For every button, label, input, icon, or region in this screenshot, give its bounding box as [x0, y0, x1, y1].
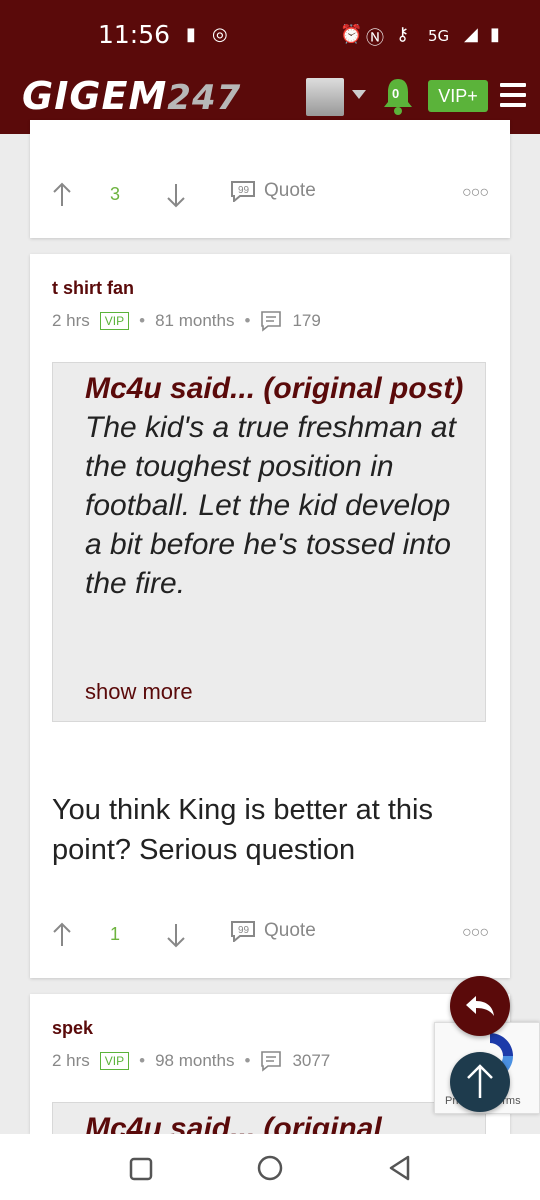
quote-text: Mc4u said... (original — [85, 1109, 475, 1134]
home-icon[interactable] — [256, 1154, 284, 1182]
separator-dot: • — [139, 1051, 146, 1070]
quote-icon: 99 — [231, 181, 255, 202]
nfc-icon: Ⓝ — [366, 28, 384, 49]
post-count-icon — [261, 311, 282, 332]
quote-text: Mc4u said... (original post) The kid's a… — [85, 369, 475, 603]
app-header: 11:56 ▮ ◎ ⏰ Ⓝ ⚷ 5G ◢ ▮ GIGEM247 0 VIP+ — [0, 0, 540, 134]
key-icon: ⚷ — [396, 24, 410, 45]
post-card: t shirt fan 2 hrs VIP • 81 months • 179 … — [30, 254, 510, 978]
post-time: 2 hrs — [52, 1051, 90, 1070]
downvote-arrow-icon[interactable] — [166, 182, 186, 208]
post-count-icon — [261, 1051, 282, 1072]
post-card: 3 99 Quote ○○○ — [30, 120, 510, 238]
quote-label: Quote — [264, 180, 316, 201]
quote-icon: 99 — [231, 921, 255, 942]
quoted-post: Mc4u said... (original — [52, 1102, 486, 1134]
chevron-down-icon[interactable] — [352, 90, 366, 99]
hamburger-menu-icon[interactable] — [500, 83, 526, 107]
scroll-to-top-button[interactable] — [450, 1052, 510, 1112]
instagram-icon: ◎ — [212, 24, 228, 45]
separator-dot: • — [244, 311, 251, 330]
vip-badge: VIP — [99, 312, 130, 330]
notification-count: 0 — [392, 86, 400, 101]
vip-badge: VIP — [99, 1052, 130, 1070]
svg-text:99: 99 — [238, 925, 250, 936]
upvote-arrow-icon[interactable] — [52, 922, 72, 948]
svg-text:99: 99 — [238, 185, 250, 196]
separator-dot: • — [244, 1051, 251, 1070]
user-avatar[interactable] — [306, 78, 344, 116]
quote-button[interactable]: 99 Quote — [230, 180, 316, 202]
show-more-link[interactable]: show more — [85, 679, 193, 705]
logo-text: GIGEM — [22, 74, 168, 118]
signal-icon: ◢ — [464, 24, 478, 45]
quote-label: Quote — [264, 920, 316, 941]
recent-apps-icon[interactable] — [128, 1156, 154, 1182]
back-icon[interactable] — [386, 1154, 414, 1182]
quote-button[interactable]: 99 Quote — [230, 920, 316, 942]
reply-button[interactable] — [450, 976, 510, 1036]
post-username[interactable]: spek — [52, 1018, 93, 1039]
post-username[interactable]: t shirt fan — [52, 278, 134, 299]
post-time: 2 hrs — [52, 311, 90, 330]
status-bar: 11:56 ▮ ◎ ⏰ Ⓝ ⚷ 5G ◢ ▮ — [0, 18, 540, 54]
status-time: 11:56 — [98, 20, 171, 49]
more-options-icon[interactable]: ○○○ — [462, 184, 489, 202]
member-tenure: 98 months — [155, 1051, 235, 1070]
network-type: 5G — [428, 27, 450, 45]
system-navigation-bar — [0, 1134, 540, 1200]
separator-dot: • — [139, 311, 146, 330]
downvote-arrow-icon[interactable] — [166, 922, 186, 948]
more-options-icon[interactable]: ○○○ — [462, 924, 489, 942]
battery-icon: ▮ — [490, 24, 500, 45]
upvote-count: 1 — [110, 924, 121, 944]
post-actions: 1 99 Quote ○○○ — [30, 916, 510, 956]
site-logo[interactable]: GIGEM247 — [22, 74, 241, 118]
quote-author[interactable]: Mc4u said... (original — [85, 1112, 382, 1134]
post-meta: 2 hrs VIP • 98 months • 3077 — [52, 1050, 330, 1072]
quote-body: The kid's a true freshman at the toughes… — [85, 411, 456, 600]
upvote-count: 3 — [110, 184, 121, 204]
post-actions: 3 99 Quote ○○○ — [30, 176, 510, 216]
battery-saver-icon: ▮ — [186, 24, 196, 45]
post-body: You think King is better at this point? … — [52, 794, 433, 866]
vip-plus-button[interactable]: VIP+ — [428, 80, 488, 112]
alarm-icon: ⏰ — [340, 24, 363, 45]
member-tenure: 81 months — [155, 311, 235, 330]
arrow-up-icon — [467, 1064, 493, 1098]
post-meta: 2 hrs VIP • 81 months • 179 — [52, 310, 321, 332]
quote-author[interactable]: Mc4u said... (original post) — [85, 372, 463, 405]
reply-arrow-icon — [466, 996, 494, 1016]
logo-number: 247 — [167, 78, 242, 118]
post-count[interactable]: 179 — [292, 311, 320, 331]
upvote-arrow-icon[interactable] — [52, 182, 72, 208]
quoted-post: Mc4u said... (original post) The kid's a… — [52, 362, 486, 722]
post-count[interactable]: 3077 — [292, 1051, 330, 1071]
